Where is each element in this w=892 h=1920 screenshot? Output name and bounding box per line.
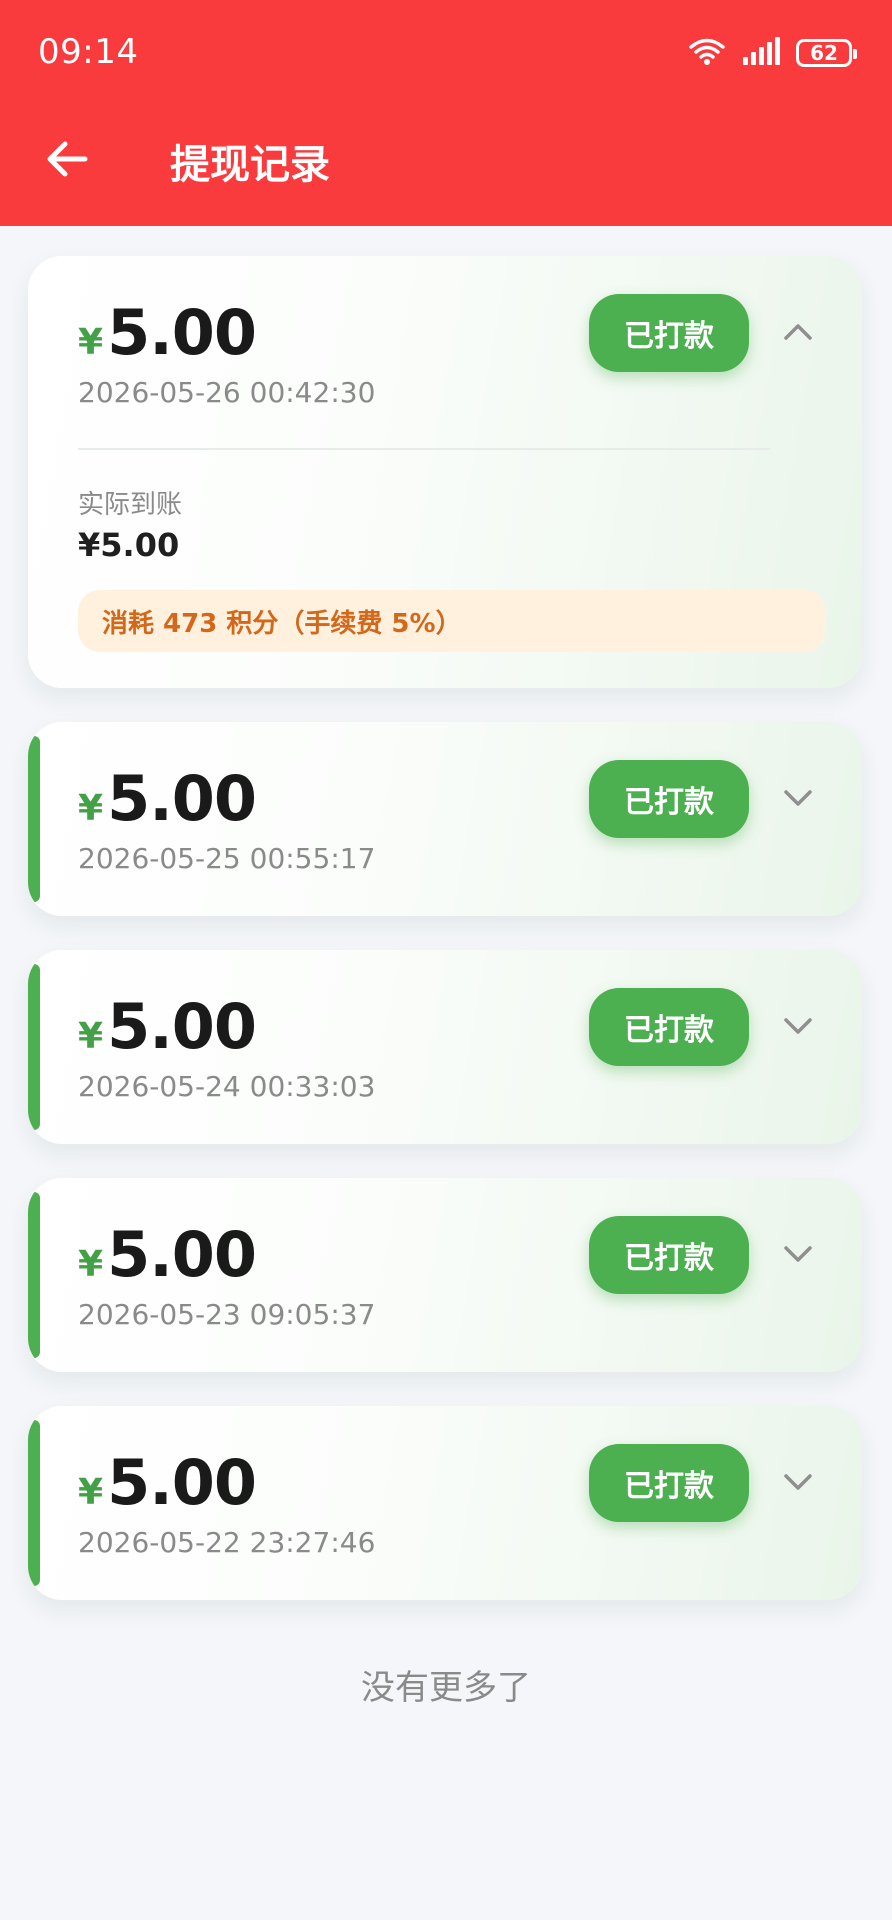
record-datetime: 2026-05-24 00:33:03 (78, 1070, 376, 1103)
chevron-down-icon (783, 789, 813, 811)
chevron-up-icon (783, 323, 813, 345)
amount-value: 5.00 (107, 1446, 257, 1519)
collapse-button[interactable] (778, 314, 818, 354)
list-end-text: 没有更多了 (361, 1668, 531, 1708)
status-badge: 已打款 (589, 1216, 749, 1294)
page-title: 提现记录 (170, 142, 330, 188)
battery-icon: 62 (796, 39, 857, 67)
amount: ¥ 5.00 (78, 1218, 257, 1291)
record-datetime: 2026-05-25 00:55:17 (78, 842, 376, 875)
wifi-icon (688, 36, 726, 70)
chevron-down-icon (783, 1245, 813, 1267)
battery-level: 62 (810, 41, 838, 65)
amount-value: 5.00 (107, 296, 257, 369)
record-datetime: 2026-05-22 23:27:46 (78, 1526, 376, 1559)
signal-icon (742, 37, 780, 69)
status-icons: 62 (688, 36, 857, 70)
record-card-expanded[interactable]: ¥ 5.00 2026-05-26 00:42:30 已打款 实际到账 ¥5.0… (28, 256, 862, 688)
currency-symbol: ¥ (78, 1472, 104, 1513)
amount: ¥ 5.00 (78, 296, 257, 369)
expand-button[interactable] (778, 1464, 818, 1504)
status-time: 09:14 (38, 32, 139, 72)
back-button[interactable] (36, 130, 98, 192)
amount-value: 5.00 (107, 990, 257, 1063)
app-header: 09:14 62 提现记录 (0, 0, 892, 226)
chevron-down-icon (783, 1473, 813, 1495)
actual-received-label: 实际到账 (78, 490, 183, 520)
status-badge: 已打款 (589, 1444, 749, 1522)
record-card[interactable]: ¥ 5.00 2026-05-22 23:27:46 已打款 (28, 1406, 862, 1600)
record-datetime: 2026-05-23 09:05:37 (78, 1298, 376, 1331)
expand-button[interactable] (778, 1236, 818, 1276)
currency-symbol: ¥ (78, 322, 104, 363)
currency-symbol: ¥ (78, 788, 104, 829)
record-card[interactable]: ¥ 5.00 2026-05-23 09:05:37 已打款 (28, 1178, 862, 1372)
record-card[interactable]: ¥ 5.00 2026-05-24 00:33:03 已打款 (28, 950, 862, 1144)
currency-symbol: ¥ (78, 1016, 104, 1057)
amount-value: 5.00 (107, 762, 257, 835)
actual-received-value: ¥5.00 (78, 526, 180, 564)
status-badge: 已打款 (589, 294, 749, 372)
status-badge: 已打款 (589, 760, 749, 838)
expand-button[interactable] (778, 1008, 818, 1048)
status-badge: 已打款 (589, 988, 749, 1066)
expand-button[interactable] (778, 780, 818, 820)
currency-symbol: ¥ (78, 1244, 104, 1285)
chevron-down-icon (783, 1017, 813, 1039)
amount: ¥ 5.00 (78, 762, 257, 835)
record-datetime: 2026-05-26 00:42:30 (78, 376, 376, 409)
divider (78, 448, 770, 450)
fee-note: 消耗 473 积分（手续费 5%） (78, 590, 826, 652)
amount: ¥ 5.00 (78, 990, 257, 1063)
amount-value: 5.00 (107, 1218, 257, 1291)
arrow-left-icon (45, 139, 89, 183)
record-card[interactable]: ¥ 5.00 2026-05-25 00:55:17 已打款 (28, 722, 862, 916)
amount: ¥ 5.00 (78, 1446, 257, 1519)
